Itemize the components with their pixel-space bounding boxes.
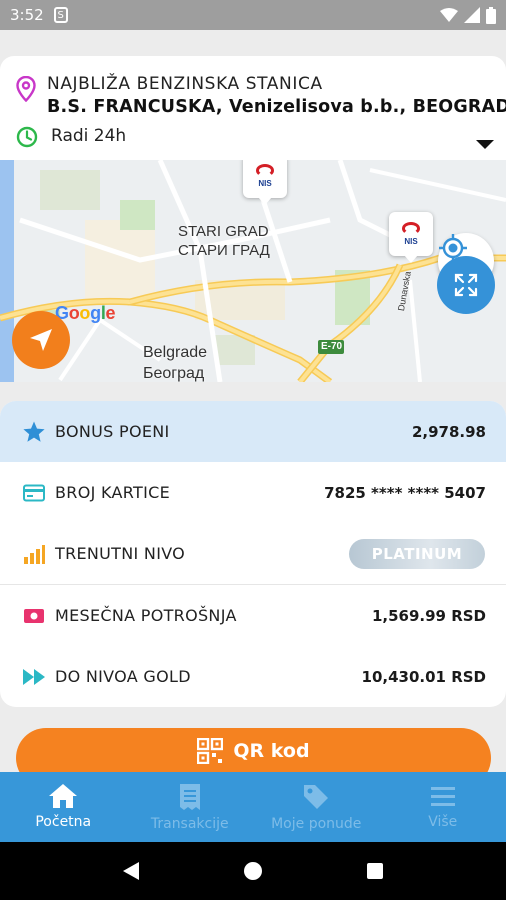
card-number-row: BROJ KARTICE 7825 **** **** 5407 xyxy=(0,462,506,523)
signal-icon xyxy=(464,7,480,23)
bottom-navigation: Početna Transakcije Moje ponude Više xyxy=(0,772,506,842)
home-icon xyxy=(49,784,78,808)
map-road-shield: E-70 xyxy=(321,341,343,352)
google-logo: Google xyxy=(55,303,116,323)
money-icon xyxy=(22,604,46,628)
bonus-points-label: BONUS POENI xyxy=(55,422,170,441)
status-icons xyxy=(440,6,496,24)
nis-logo-icon xyxy=(402,222,420,235)
star-icon xyxy=(22,420,46,444)
tab-home[interactable]: Početna xyxy=(0,772,127,842)
receipt-icon xyxy=(179,784,200,810)
station-hours: Radi 24h xyxy=(51,126,127,146)
status-time: 3:52 xyxy=(10,6,44,24)
tab-my-offers-label: Moje ponude xyxy=(271,816,362,832)
battery-icon xyxy=(486,6,496,24)
monthly-spend-value: 1,569.99 RSD xyxy=(371,606,486,625)
to-gold-label: DO NIVOA GOLD xyxy=(55,667,191,686)
level-badge: PLATINUM xyxy=(349,539,485,569)
tab-transactions[interactable]: Transakcije xyxy=(127,772,254,842)
card-number-label: BROJ KARTICE xyxy=(55,483,170,502)
monthly-spend-label: MESEČNA POTROŠNJA xyxy=(55,606,237,625)
location-pin-icon xyxy=(16,76,36,102)
navigation-arrow-icon xyxy=(30,329,52,351)
tab-my-offers[interactable]: Moje ponude xyxy=(253,772,380,842)
credit-card-icon xyxy=(22,481,46,505)
station-map[interactable]: STARI GRAD СТАРИ ГРАД Belgrade Београд E-7… xyxy=(0,160,506,382)
station-label: NAJBLIŽA BENZINSKA STANICA xyxy=(47,74,323,94)
expand-map-button[interactable] xyxy=(437,256,495,314)
tab-home-label: Početna xyxy=(35,814,92,830)
bonus-points-row: BONUS POENI 2,978.98 xyxy=(0,401,506,462)
tab-transactions-label: Transakcije xyxy=(150,816,229,832)
expand-icon xyxy=(454,273,478,297)
status-bar: 3:52 S xyxy=(0,0,506,30)
tab-more-label: Više xyxy=(428,814,458,830)
to-gold-value: 10,430.01 RSD xyxy=(361,667,486,686)
nearest-station-card: NAJBLIŽA BENZINSKA STANICA B.S. FRANCUSK… xyxy=(0,56,506,382)
chevron-down-icon[interactable] xyxy=(476,140,494,149)
clock-icon xyxy=(16,126,38,148)
tab-more[interactable]: Više xyxy=(380,772,506,842)
sim-card-icon: S xyxy=(53,7,68,23)
fast-forward-icon xyxy=(22,665,46,689)
station-address: B.S. FRANCUSKA, Venizelisova b.b., BEOGR… xyxy=(47,97,506,117)
station-marker[interactable]: NIS xyxy=(389,212,433,263)
station-marker[interactable]: NIS xyxy=(243,160,287,205)
loyalty-card: BONUS POENI 2,978.98 BROJ KARTICE 7825 *… xyxy=(0,401,506,707)
wifi-icon xyxy=(440,8,458,22)
recents-icon[interactable] xyxy=(366,862,384,880)
monthly-spend-row: MESEČNA POTROŠNJA 1,569.99 RSD xyxy=(0,585,506,646)
qr-code-label: QR kod xyxy=(233,740,310,762)
map-label-city: Belgrade Београд xyxy=(143,344,208,382)
level-bars-icon xyxy=(22,542,46,566)
nis-logo-icon xyxy=(256,164,274,177)
back-icon[interactable] xyxy=(122,861,140,881)
navigate-button[interactable] xyxy=(12,311,70,369)
station-header[interactable]: NAJBLIŽA BENZINSKA STANICA B.S. FRANCUSK… xyxy=(0,56,506,160)
system-navigation-bar xyxy=(0,842,506,900)
card-number-value: 7825 **** **** 5407 xyxy=(324,483,486,502)
menu-icon xyxy=(430,787,455,806)
current-level-row: TRENUTNI NIVO PLATINUM xyxy=(0,523,506,584)
to-gold-row: DO NIVOA GOLD 10,430.01 RSD xyxy=(0,646,506,707)
qr-code-icon xyxy=(197,738,224,764)
map-label-district: STARI GRAD СТАРИ ГРАД xyxy=(178,223,270,259)
current-level-label: TRENUTNI NIVO xyxy=(55,544,186,563)
bonus-points-value: 2,978.98 xyxy=(411,422,486,441)
home-circle-icon[interactable] xyxy=(243,861,263,881)
tag-icon xyxy=(304,785,329,809)
